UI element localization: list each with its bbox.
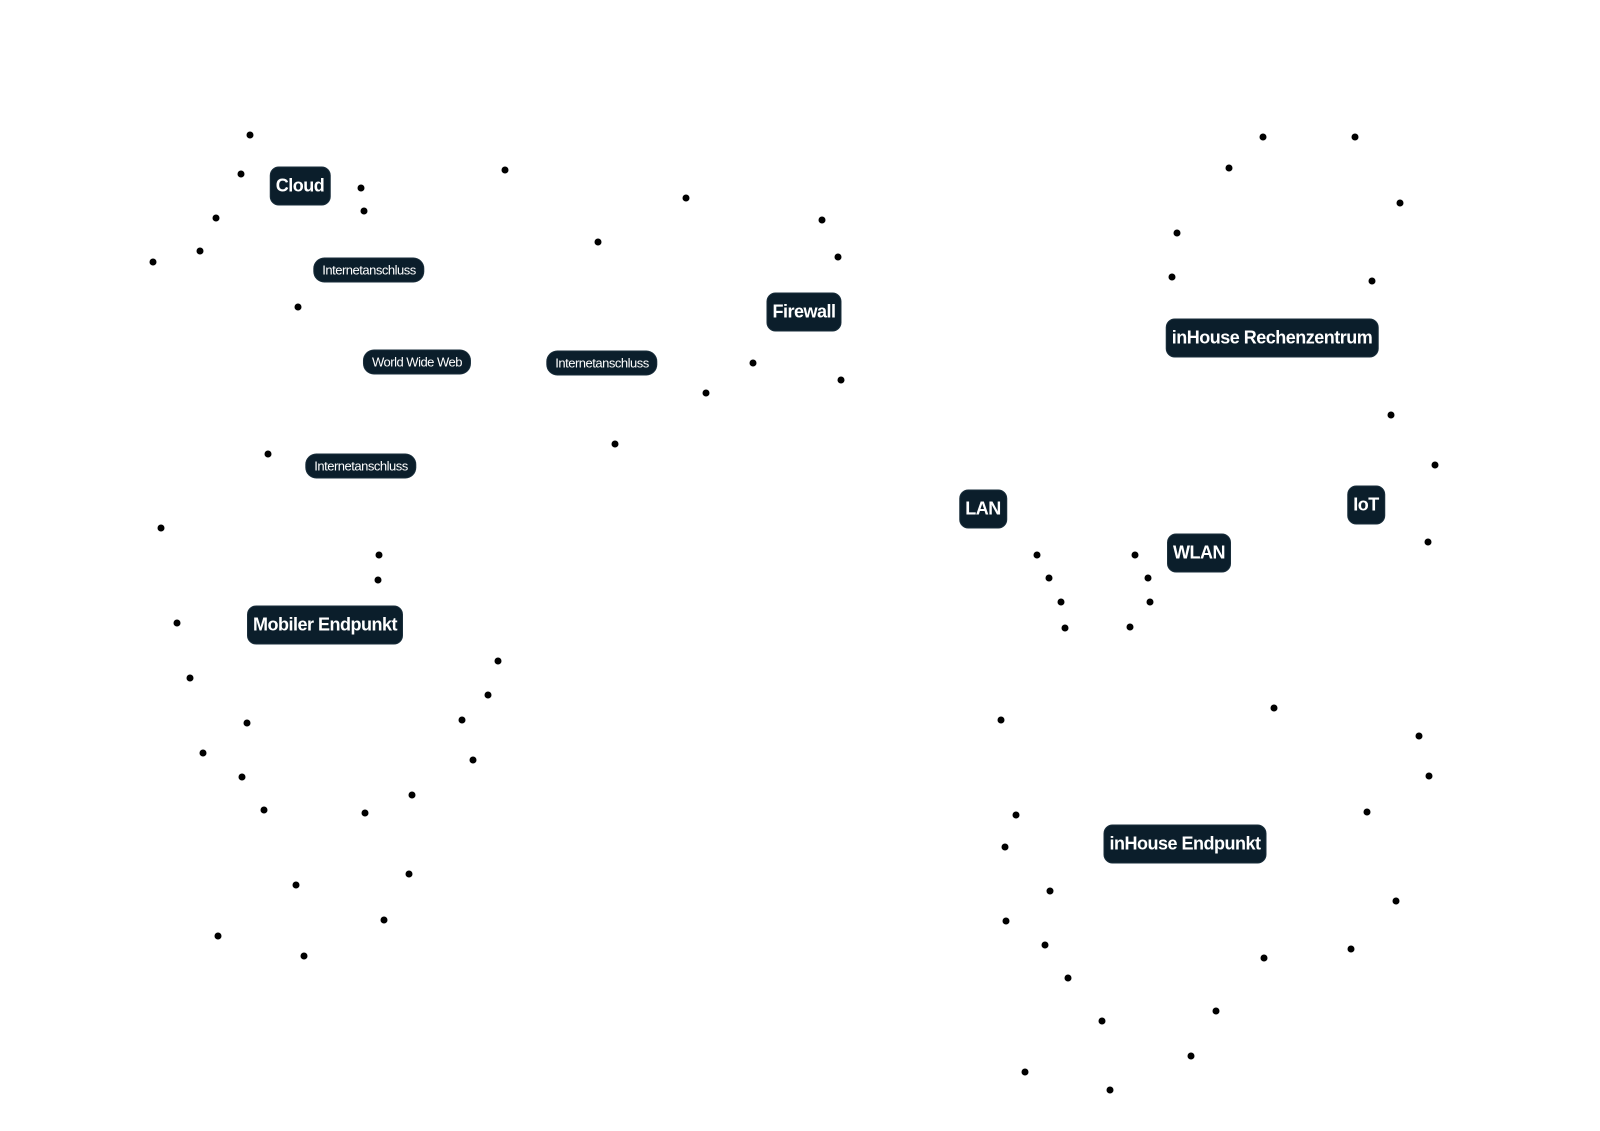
decorative-dot [1351, 133, 1359, 141]
decorative-dot [361, 809, 369, 817]
decorative-dot [243, 719, 251, 727]
decorative-dot [1259, 133, 1267, 141]
decorative-dot [1061, 624, 1069, 632]
decorative-dot [246, 131, 254, 139]
decorative-dot [1098, 1017, 1106, 1025]
decorative-dot [1012, 811, 1020, 819]
decorative-dot [1368, 277, 1376, 285]
decorative-dot [1064, 974, 1072, 982]
decorative-dot [260, 806, 268, 814]
decorative-dot [408, 791, 416, 799]
decorative-dot [997, 716, 1005, 724]
decorative-dot [1033, 551, 1041, 559]
decorative-dot [611, 440, 619, 448]
decorative-dot [1347, 945, 1355, 953]
decorative-dot [380, 916, 388, 924]
decorative-dot [1270, 704, 1278, 712]
decorative-dot [1041, 941, 1049, 949]
decorative-dot [1002, 917, 1010, 925]
node-internetanschluss[interactable]: Internetanschluss [547, 351, 657, 375]
decorative-dot [149, 258, 157, 266]
node-iot[interactable]: IoT [1348, 486, 1384, 524]
decorative-dot [1425, 772, 1433, 780]
decorative-dot [1173, 229, 1181, 237]
decorative-dot [1392, 897, 1400, 905]
decorative-dot [834, 253, 842, 261]
decorative-dot [264, 450, 272, 458]
node-internetanschluss[interactable]: Internetanschluss [306, 454, 416, 478]
node-internetanschluss[interactable]: Internetanschluss [314, 258, 424, 282]
decorative-dot [173, 619, 181, 627]
decorative-dot [594, 238, 602, 246]
decorative-dot [501, 166, 509, 174]
decorative-dot [157, 524, 165, 532]
decorative-dot [1001, 843, 1009, 851]
decorative-dot [1387, 411, 1395, 419]
decorative-dot [494, 657, 502, 665]
decorative-dot [375, 551, 383, 559]
decorative-dot [1260, 954, 1268, 962]
decorative-dot [1424, 538, 1432, 546]
node-wlan[interactable]: WLAN [1168, 534, 1230, 572]
decorative-dot [1431, 461, 1439, 469]
decorative-dot [1396, 199, 1404, 207]
decorative-dot [1021, 1068, 1029, 1076]
decorative-dot [1168, 273, 1176, 281]
decorative-dot [212, 214, 220, 222]
decorative-dot [1415, 732, 1423, 740]
decorative-dot [238, 773, 246, 781]
node-world-wide-web[interactable]: World Wide Web [363, 350, 471, 374]
decorative-dot [1131, 551, 1139, 559]
decorative-dot [357, 184, 365, 192]
decorative-dot [405, 870, 413, 878]
node-mobiler-endpunkt[interactable]: Mobiler Endpunkt [248, 606, 402, 644]
node-lan[interactable]: LAN [960, 490, 1006, 528]
decorative-dot [294, 303, 302, 311]
decorative-dot [749, 359, 757, 367]
decorative-dot [360, 207, 368, 215]
decorative-dot [1046, 887, 1054, 895]
decorative-dot [196, 247, 204, 255]
decorative-dot [1045, 574, 1053, 582]
decorative-dot [1187, 1052, 1195, 1060]
decorative-dot [1126, 623, 1134, 631]
decorative-dot [300, 952, 308, 960]
node-inhouse-endpunkt[interactable]: inHouse Endpunkt [1104, 825, 1266, 863]
decorative-dot [292, 881, 300, 889]
decorative-dot [214, 932, 222, 940]
node-inhouse-rechenzentrum[interactable]: inHouse Rechenzentrum [1166, 319, 1378, 357]
decorative-dot [374, 576, 382, 584]
decorative-dot [237, 170, 245, 178]
decorative-dot [469, 756, 477, 764]
decorative-dot [199, 749, 207, 757]
decorative-dot [682, 194, 690, 202]
node-cloud[interactable]: Cloud [270, 167, 330, 205]
decorative-dot [1363, 808, 1371, 816]
decorative-dot [1144, 574, 1152, 582]
decorative-dot [1225, 164, 1233, 172]
decorative-dot [702, 389, 710, 397]
decorative-dot [186, 674, 194, 682]
decorative-dot [837, 376, 845, 384]
decorative-dot [458, 716, 466, 724]
node-firewall[interactable]: Firewall [767, 293, 841, 331]
decorative-dot [484, 691, 492, 699]
decorative-dot [1057, 598, 1065, 606]
decorative-dot [1212, 1007, 1220, 1015]
decorative-dot [818, 216, 826, 224]
decorative-dot [1146, 598, 1154, 606]
decorative-dot [1106, 1086, 1114, 1094]
